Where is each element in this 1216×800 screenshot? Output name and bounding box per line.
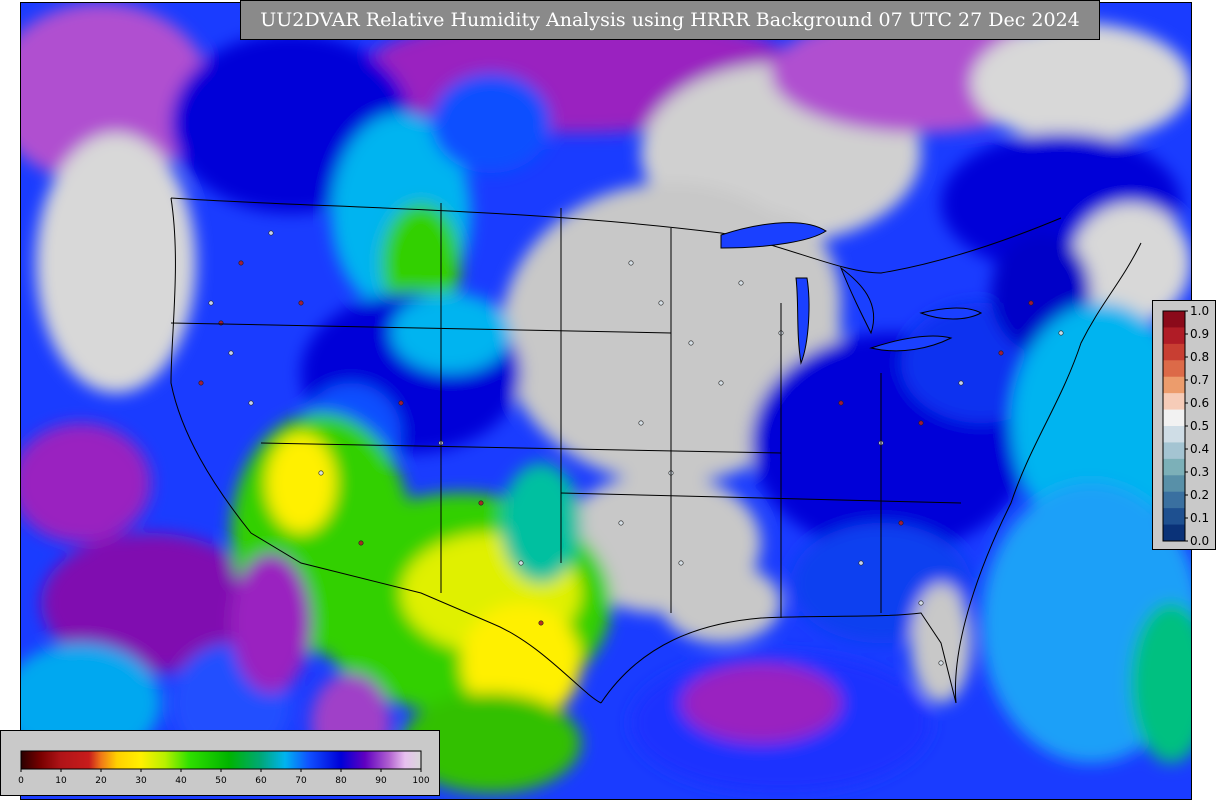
- observation-colorbar-graphic: 1.0 0.9 0.8 0.7 0.6 0.5 0.4 0.3 0.2 0.1 0.0: [1162, 304, 1209, 548]
- observation-colorbar-segment: [1163, 311, 1185, 328]
- humidity-legend-tick-label: 90: [375, 776, 387, 786]
- humidity-legend-tick-label: 30: [135, 776, 147, 786]
- observation-colorbar-segment: [1163, 475, 1185, 493]
- observation-colorbar-tick-label: 0.5: [1190, 419, 1209, 433]
- humidity-legend-tick-label: 20: [95, 776, 107, 786]
- map-title: UU2DVAR Relative Humidity Analysis using…: [240, 0, 1100, 40]
- observation-colorbar-tick-label: 0.8: [1190, 350, 1209, 364]
- observation-colorbar-tick-label: 0.6: [1190, 396, 1209, 410]
- humidity-legend-tick-label: 80: [335, 776, 347, 786]
- observation-colorbar-tick-label: 0.0: [1190, 534, 1209, 548]
- observation-colorbar-segment: [1163, 442, 1185, 460]
- observation-colorbar-tick-label: 1.0: [1190, 304, 1209, 318]
- observation-colorbar-segment: [1163, 508, 1185, 526]
- observation-colorbar-tick-label: 0.2: [1190, 488, 1209, 502]
- observation-colorbar-segment: [1163, 360, 1185, 378]
- humidity-legend-tick-label: 50: [215, 776, 227, 786]
- humidity-legend-tick-label: 70: [295, 776, 307, 786]
- observation-colorbar-segment: [1163, 524, 1185, 542]
- humidity-legend-tick-label: 100: [412, 776, 429, 786]
- observation-colorbar-segment: [1163, 491, 1185, 509]
- observation-colorbar-segment: [1163, 409, 1185, 427]
- observation-colorbar-tick-label: 0.3: [1190, 465, 1209, 479]
- humidity-legend-graphic: 0 10 20 30 40 50 60 70 80 90 100: [18, 750, 430, 786]
- observation-colorbar-segment: [1163, 376, 1185, 394]
- humidity-legend-tick-label: 0: [18, 776, 24, 786]
- map-panel: [20, 2, 1192, 800]
- humidity-legend-bar: [20, 750, 422, 770]
- observation-colorbar-tick-label: 0.1: [1190, 511, 1209, 525]
- humidity-legend-tick-label: 60: [255, 776, 267, 786]
- observation-colorbar-segment: [1163, 458, 1185, 476]
- observation-colorbar: 1.0 0.9 0.8 0.7 0.6 0.5 0.4 0.3 0.2 0.1 0.0: [1152, 300, 1216, 550]
- humidity-legend-tick-label: 40: [175, 776, 187, 786]
- observation-colorbar-tick-label: 0.4: [1190, 442, 1209, 456]
- observation-colorbar-segment: [1163, 393, 1185, 411]
- observation-colorbar-segment: [1163, 327, 1185, 345]
- observation-colorbar-tick-label: 0.7: [1190, 373, 1209, 387]
- humidity-legend-tick-label: 10: [55, 776, 67, 786]
- humidity-map: [21, 3, 1191, 799]
- observation-colorbar-segment: [1163, 426, 1185, 443]
- humidity-legend: 0 10 20 30 40 50 60 70 80 90 100: [0, 730, 440, 796]
- observation-colorbar-tick-label: 0.9: [1190, 327, 1209, 341]
- observation-colorbar-segment: [1163, 343, 1185, 361]
